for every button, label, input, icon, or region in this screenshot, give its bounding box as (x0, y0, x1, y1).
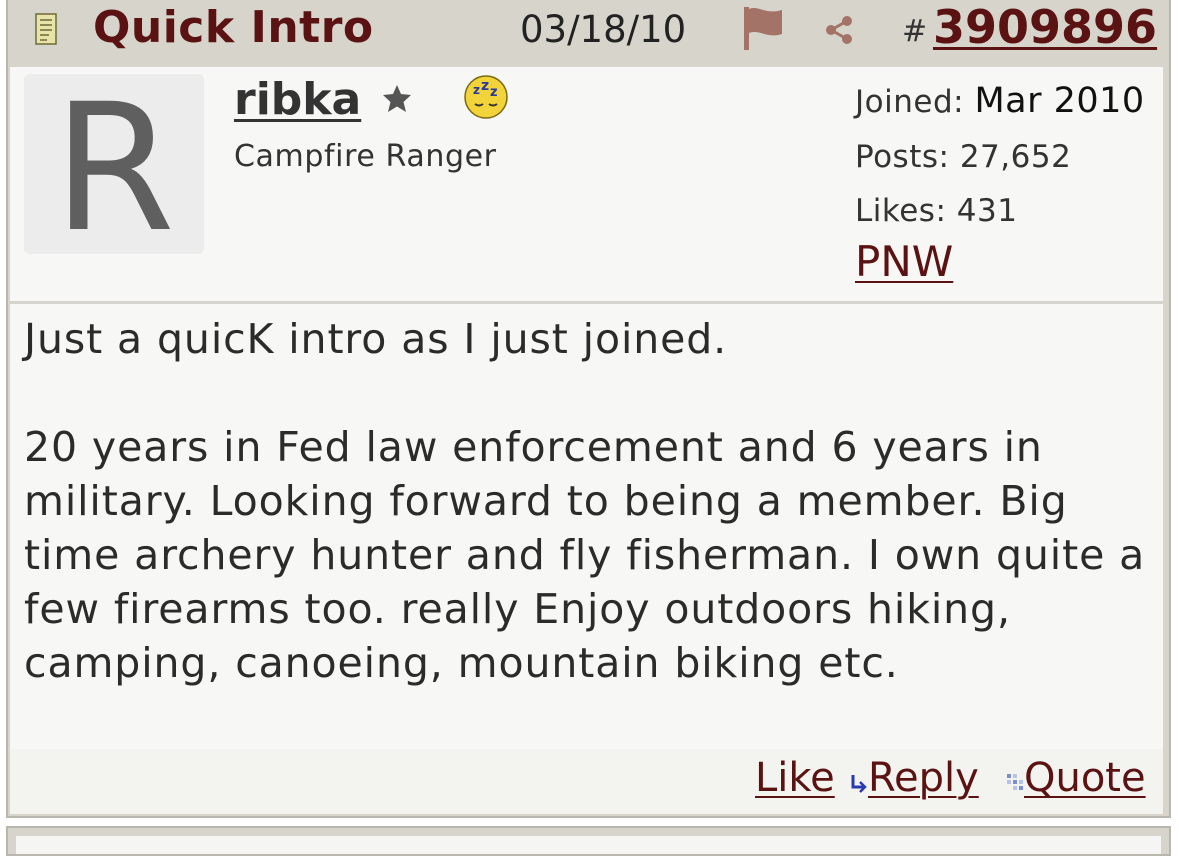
svg-text:z: z (481, 78, 489, 94)
quote-icon[interactable] (1006, 773, 1024, 791)
svg-text:z: z (473, 83, 480, 97)
reply-button[interactable]: Reply (868, 755, 979, 801)
post-body: Just a quicK intro as I just joined. 20 … (10, 304, 1163, 749)
post-actions: Like Reply Quote (10, 749, 1163, 814)
post-number-link[interactable]: 3909896 (933, 0, 1157, 54)
svg-text:z: z (490, 85, 498, 100)
likes-value: 431 (956, 193, 1018, 229)
share-icon[interactable] (823, 14, 855, 46)
post-paragraph: 20 years in Fed law enforcement and 6 ye… (24, 423, 1146, 687)
quote-button[interactable]: Quote (1024, 755, 1146, 801)
post-message: Just a quicK intro as I just joined. 20 … (24, 312, 1159, 690)
reply-icon[interactable] (848, 773, 868, 795)
flag-icon[interactable] (741, 5, 785, 51)
next-post-container (6, 826, 1171, 856)
joined-label: Joined: (855, 84, 965, 120)
posts-label: Posts: (855, 139, 950, 175)
doc-icon (35, 13, 57, 45)
location-link[interactable]: PNW (855, 237, 953, 286)
user-info-panel: R ribka z z z Campfire Ranger Joined: Ma… (10, 67, 1163, 304)
post-date: 03/18/10 (520, 8, 687, 51)
stat-joined: Joined: Mar 2010 (855, 81, 1145, 121)
post-title: Quick Intro (93, 2, 374, 53)
post-paragraph: Just a quicK intro as I just joined. (24, 315, 728, 363)
avatar[interactable]: R (24, 66, 204, 271)
joined-value: Mar 2010 (974, 81, 1145, 121)
mood-sleepy-icon: z z z (464, 75, 508, 119)
stat-likes: Likes: 431 (855, 193, 1017, 229)
star-icon (383, 85, 411, 112)
avatar-letter: R (52, 66, 176, 271)
posts-value: 27,652 (959, 139, 1072, 175)
like-button[interactable]: Like (755, 755, 835, 801)
stat-posts: Posts: 27,652 (855, 139, 1071, 175)
user-rank-title: Campfire Ranger (234, 139, 497, 174)
post-number-hash: # (902, 14, 928, 49)
likes-label: Likes: (855, 193, 947, 229)
next-post-panel (16, 836, 1161, 854)
username-link[interactable]: ribka (234, 74, 361, 125)
